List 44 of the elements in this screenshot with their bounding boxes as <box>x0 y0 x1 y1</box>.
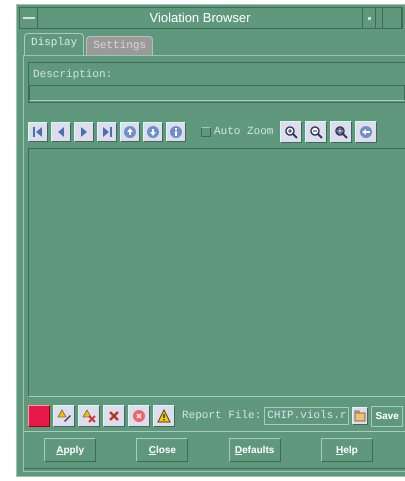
last-button[interactable] <box>97 122 117 142</box>
color-swatch[interactable] <box>28 405 50 427</box>
down-button[interactable] <box>143 122 163 142</box>
dialog-button[interactable]: Close <box>136 438 188 462</box>
magnifier-icon <box>334 125 348 139</box>
folder-icon <box>354 410 366 422</box>
stop-icon <box>132 409 146 423</box>
warning-button[interactable] <box>153 405 175 427</box>
report-file-label: Report File: <box>182 408 262 424</box>
up-button[interactable] <box>120 122 140 142</box>
tab[interactable]: Display <box>24 33 84 55</box>
delete-button[interactable] <box>103 405 125 427</box>
save-button[interactable]: Save <box>371 406 403 426</box>
checkbox-label: Auto Zoom <box>214 124 274 140</box>
zoom-out-icon <box>309 125 324 139</box>
info-icon <box>169 125 183 139</box>
window-title: Violation Browser <box>148 9 252 27</box>
skip-back-icon <box>31 125 45 139</box>
checkbox[interactable] <box>201 127 211 137</box>
cross-icon <box>107 409 121 423</box>
tab[interactable]: Settings <box>86 36 154 55</box>
info-button[interactable] <box>166 122 186 142</box>
dialog-button[interactable]: Defaults <box>228 438 281 462</box>
zoom-out-button[interactable] <box>305 121 328 143</box>
skip-forward-icon <box>100 125 114 139</box>
report-file-field[interactable]: CHIP.viols.r <box>264 407 350 425</box>
dialog-button[interactable]: Help <box>320 438 373 462</box>
warning-pen-icon <box>57 409 71 423</box>
zoom-in-button[interactable] <box>280 121 302 143</box>
stop-button[interactable] <box>128 405 150 427</box>
browse-button[interactable] <box>352 407 368 425</box>
description-label: Description: <box>32 68 114 83</box>
first-button[interactable] <box>28 122 48 142</box>
zoom-in-icon <box>284 125 298 139</box>
warning-cross-icon <box>82 409 96 423</box>
dialog-button[interactable]: Apply <box>44 438 96 462</box>
warning-icon <box>157 409 171 423</box>
next-button[interactable] <box>74 122 94 142</box>
zoom-fit-button[interactable] <box>330 121 352 143</box>
edit-warning-button[interactable] <box>53 405 75 427</box>
back-button[interactable] <box>355 121 378 143</box>
previous-button[interactable] <box>51 122 71 142</box>
delete-warning-button[interactable] <box>78 405 100 427</box>
minimize-button[interactable] <box>362 8 376 28</box>
